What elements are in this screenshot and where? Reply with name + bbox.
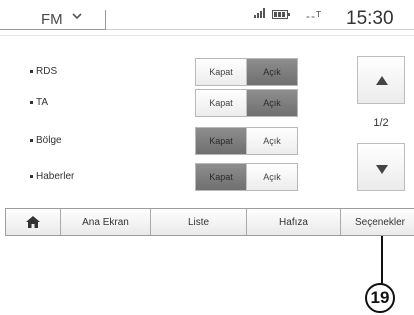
scroll-up-button[interactable]: [357, 56, 405, 104]
on-option[interactable]: Açık: [246, 128, 297, 154]
ta-toggle[interactable]: Kapat Açık: [195, 89, 298, 117]
bullet-icon: [30, 139, 33, 142]
home-icon: [26, 216, 40, 228]
bullet-icon: [30, 70, 33, 73]
setting-label: RDS: [36, 66, 58, 77]
arrow-up-icon: [376, 76, 388, 85]
callout-number: 19: [365, 283, 395, 313]
region-toggle[interactable]: Kapat Açık: [195, 127, 298, 155]
setting-row-rds: RDS Kapat Açık: [0, 58, 340, 88]
setting-row-ta: TA Kapat Açık: [0, 89, 340, 119]
bottom-menu: Ana Ekran Liste Hafıza Seçenekler: [5, 208, 414, 236]
tab-divider: [105, 10, 106, 30]
battery-icon: [272, 10, 290, 19]
bullet-icon: [30, 175, 33, 178]
off-option[interactable]: Kapat: [196, 128, 246, 154]
setting-label: Haberler: [36, 171, 75, 182]
divider: [0, 35, 414, 36]
scroll-down-button[interactable]: [357, 143, 405, 191]
menu-options[interactable]: Seçenekler: [340, 209, 414, 235]
status-bar: FM --ᵀ 15:30: [0, 0, 414, 38]
setting-label: Bölge: [36, 135, 62, 146]
chevron-down-icon: [72, 13, 82, 20]
source-selector[interactable]: FM: [0, 0, 106, 30]
callout-line: [381, 236, 383, 285]
home-button[interactable]: [5, 209, 60, 235]
on-option[interactable]: Açık: [246, 59, 297, 85]
on-option[interactable]: Açık: [246, 90, 297, 116]
setting-row-region: Bölge Kapat Açık: [0, 127, 340, 157]
source-label: FM: [41, 11, 63, 28]
page-indicator: 1/2: [373, 117, 389, 129]
menu-list[interactable]: Liste: [150, 209, 246, 235]
setting-label: TA: [36, 97, 49, 108]
news-toggle[interactable]: Kapat Açık: [195, 163, 298, 191]
bullet-icon: [30, 101, 33, 104]
tab-underline: [0, 29, 106, 30]
signal-icon: [254, 8, 265, 18]
bt-indicator: --ᵀ: [306, 9, 323, 23]
clock: 15:30: [346, 8, 394, 29]
menu-home-screen[interactable]: Ana Ekran: [60, 209, 150, 235]
off-option[interactable]: Kapat: [196, 164, 246, 190]
off-option[interactable]: Kapat: [196, 90, 246, 116]
menu-memory[interactable]: Hafıza: [246, 209, 340, 235]
on-option[interactable]: Açık: [246, 164, 297, 190]
setting-row-news: Haberler Kapat Açık: [0, 163, 340, 193]
rds-toggle[interactable]: Kapat Açık: [195, 58, 298, 86]
arrow-down-icon: [376, 165, 388, 174]
off-option[interactable]: Kapat: [196, 59, 246, 85]
